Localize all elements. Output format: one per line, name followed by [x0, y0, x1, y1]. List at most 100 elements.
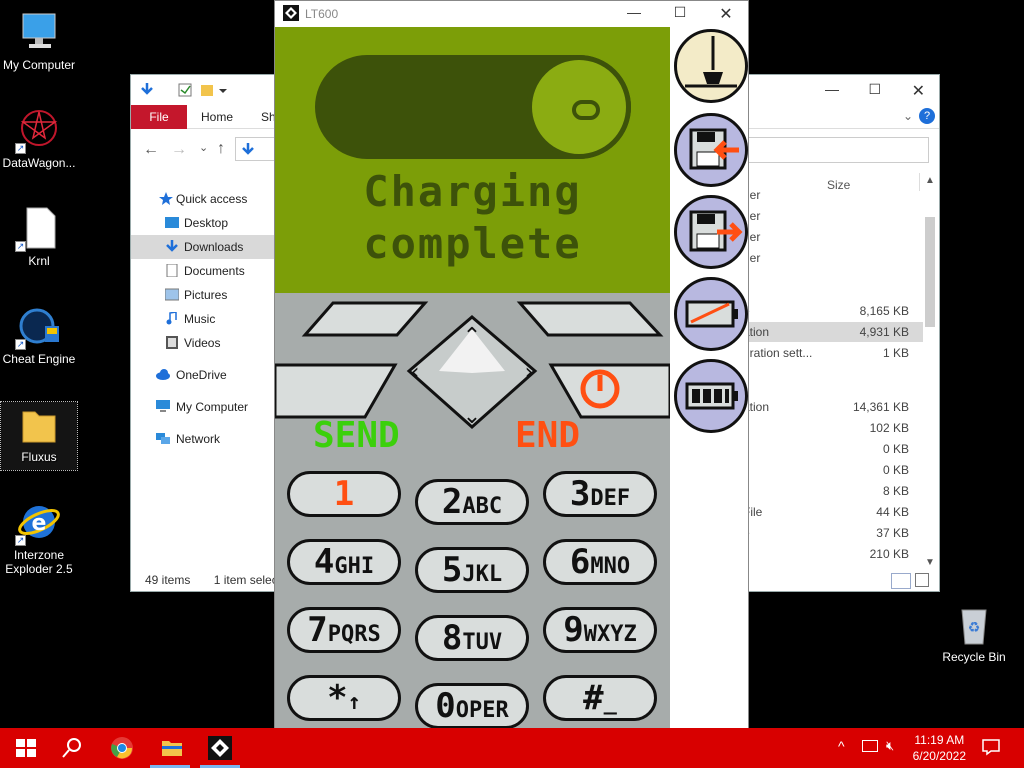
tree-item-desktop[interactable]: Desktop	[131, 211, 277, 235]
key-3[interactable]: 3DEF	[543, 471, 657, 517]
maximize-button[interactable]: ☐	[868, 81, 881, 98]
key-star[interactable]: *↑	[287, 675, 401, 721]
vertical-scrollbar-thumb[interactable]	[925, 217, 935, 327]
internet-explorer-icon: e ↗	[15, 500, 61, 546]
search-box[interactable]	[747, 137, 929, 163]
desktop-icon-krnl[interactable]: ↗ Krnl	[1, 206, 77, 268]
tree-item-music[interactable]: Music	[131, 307, 277, 331]
file-explorer-icon[interactable]	[160, 736, 184, 760]
up-arrow-icon[interactable]: ↑	[217, 140, 225, 158]
tab-file[interactable]: File	[131, 105, 187, 129]
tree-item-label: Videos	[184, 336, 221, 350]
send-label: SEND	[313, 415, 400, 456]
clock[interactable]: 11:19 AM 6/20/2022	[913, 732, 966, 764]
file-row[interactable]: uration sett... 1 KB	[743, 343, 923, 363]
desktop-icon-cheat-engine[interactable]: ↗ Cheat Engine	[1, 304, 77, 366]
tree-item-videos[interactable]: Videos	[131, 331, 277, 355]
desktop-icon-recycle-bin[interactable]: ♻ Recycle Bin	[936, 602, 1012, 664]
key-4[interactable]: 4GHI	[287, 539, 401, 585]
address-bar[interactable]	[235, 137, 275, 161]
battery-empty-icon	[685, 300, 738, 328]
file-row[interactable]: ation 14,361 KB	[743, 397, 923, 417]
minimize-button[interactable]: —	[825, 81, 839, 97]
quick-access-toolbar-icons[interactable]	[139, 82, 235, 98]
star-icon	[159, 192, 173, 205]
file-row[interactable]: ation 4,931 KB	[743, 322, 923, 342]
key-hash[interactable]: #_	[543, 675, 657, 721]
scroll-up-arrow-icon[interactable]: ▲	[925, 175, 935, 186]
charger-plug-button[interactable]	[674, 29, 748, 103]
tree-item-onedrive[interactable]: OneDrive	[131, 363, 277, 387]
close-button[interactable]: ✕	[711, 4, 741, 24]
battery-drain-button[interactable]	[674, 277, 748, 351]
file-row[interactable]: 8 KB	[743, 481, 923, 501]
tree-item-label: Pictures	[184, 288, 228, 302]
tree-item-documents[interactable]: Documents	[131, 259, 277, 283]
key-9[interactable]: 9WXYZ	[543, 607, 657, 653]
recycle-bin-icon: ♻	[952, 602, 996, 646]
file-row[interactable]: der	[743, 206, 923, 226]
file-row[interactable]: File 44 KB	[743, 502, 923, 522]
chevron-up-icon[interactable]: ^	[838, 738, 845, 754]
scroll-down-arrow-icon[interactable]: ▼	[925, 557, 935, 568]
network-icon[interactable]	[862, 740, 878, 752]
tree-item-label: OneDrive	[176, 368, 227, 382]
help-icon[interactable]: ?	[919, 108, 935, 124]
left-softkey[interactable]	[301, 301, 429, 337]
navigation-tree: Quick access Desktop Downloads Documents…	[131, 187, 277, 451]
file-row[interactable]: e37 KB	[743, 523, 923, 543]
back-arrow-icon[interactable]: ←	[143, 141, 159, 159]
close-button[interactable]: ✕	[912, 81, 925, 101]
recent-locations-icon[interactable]: ⌄	[199, 141, 208, 154]
send-key-body[interactable]	[275, 363, 398, 419]
file-row[interactable]: der	[743, 227, 923, 247]
file-row[interactable]: der	[743, 248, 923, 268]
windows-start-icon[interactable]	[14, 736, 38, 760]
save-state-button[interactable]	[674, 195, 748, 269]
clock-time: 11:19 AM	[914, 733, 965, 747]
file-row[interactable]: 102 KB	[743, 418, 923, 438]
tree-item-quick-access[interactable]: Quick access	[131, 187, 277, 211]
large-icons-view-icon[interactable]	[915, 573, 929, 587]
selection-count: 1 item select	[213, 573, 282, 587]
battery-full-icon	[685, 382, 738, 410]
tree-item-my-computer[interactable]: My Computer	[131, 395, 277, 419]
tree-item-downloads[interactable]: Downloads	[131, 235, 277, 259]
file-row[interactable]: 0 KB	[743, 460, 923, 480]
key-5[interactable]: 5JKL	[415, 547, 529, 593]
tree-item-pictures[interactable]: Pictures	[131, 283, 277, 307]
load-state-button[interactable]	[674, 113, 748, 187]
search-icon[interactable]	[60, 736, 84, 760]
lt600-taskbar-icon[interactable]	[208, 736, 232, 760]
key-1[interactable]: 1	[287, 471, 401, 517]
maximize-button[interactable]: ☐	[665, 4, 695, 21]
battery-full-button[interactable]	[674, 359, 748, 433]
desktop-icon-datawagon[interactable]: ↗ DataWagon...	[1, 108, 77, 170]
right-softkey[interactable]	[516, 301, 664, 337]
chevron-up-icon: ⌃	[463, 324, 481, 349]
key-6[interactable]: 6MNO	[543, 539, 657, 585]
notification-icon[interactable]	[982, 738, 1000, 756]
file-row[interactable]: 210 KB	[743, 544, 923, 564]
file-row[interactable]: der	[743, 185, 923, 205]
desktop-icon-my-computer[interactable]: My Computer	[1, 10, 77, 72]
details-view-icon[interactable]	[891, 573, 911, 589]
desktop-icon-interzone-exploder[interactable]: e ↗ Interzone Exploder 2.5	[1, 500, 77, 576]
forward-arrow-icon[interactable]: →	[171, 141, 187, 159]
tree-item-network[interactable]: Network	[131, 427, 277, 451]
file-list: Size ▲ ▼ derderderdere8,165 KBation4,931…	[743, 161, 939, 589]
file-row[interactable]: e8,165 KB	[743, 301, 923, 321]
minimize-button[interactable]: —	[619, 4, 649, 20]
desktop-icon-label: Fluxus	[21, 450, 57, 464]
key-2[interactable]: 2ABC	[415, 479, 529, 525]
key-0[interactable]: 0OPER	[415, 683, 529, 729]
status-line-2: complete	[363, 219, 582, 268]
desktop-icon-fluxus[interactable]: Fluxus	[0, 401, 78, 471]
key-7[interactable]: 7PQRS	[287, 607, 401, 653]
chrome-icon[interactable]	[110, 736, 134, 760]
chevron-down-icon[interactable]: ⌄	[903, 109, 913, 123]
volume-muted-icon[interactable]: 🔇︎	[886, 738, 894, 754]
key-8[interactable]: 8TUV	[415, 615, 529, 661]
tab-home[interactable]: Home	[201, 105, 233, 129]
file-row[interactable]: 0 KB	[743, 439, 923, 459]
